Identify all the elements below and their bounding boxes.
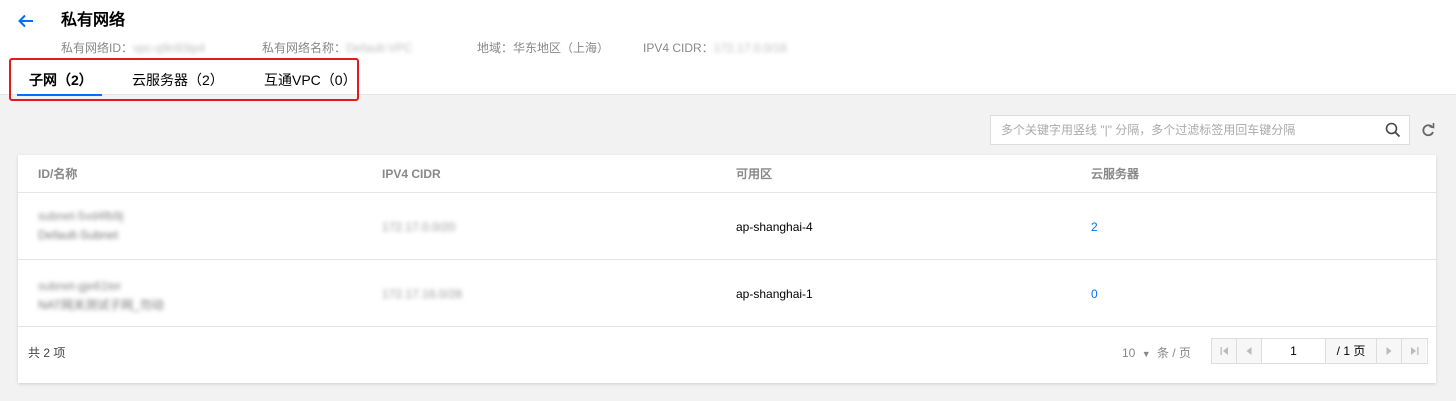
tab-subnets[interactable]: 子网（2） — [17, 68, 102, 96]
column-header-id-name: ID/名称 — [38, 167, 78, 181]
subnet-cidr: 172.17.16.0/28 — [382, 287, 463, 301]
column-header-cidr: IPV4 CIDR — [382, 167, 441, 181]
search-box — [990, 115, 1410, 145]
vpc-name-meta: 私有网络名称：Default-VPC — [262, 41, 413, 55]
tab-subnets-label: 子网（2） — [29, 72, 93, 88]
prev-page-icon[interactable] — [1237, 339, 1262, 363]
table-header: ID/名称 IPV4 CIDR 可用区 云服务器 — [18, 155, 1436, 193]
table-footer: 共 2 项 10 ▼ 条 / 页 / 1 页 — [18, 327, 1436, 383]
page-size-select[interactable]: 10 ▼ 条 / 页 — [1122, 344, 1191, 361]
subnet-table-card: ID/名称 IPV4 CIDR 可用区 云服务器 subnet-5vd4fb9j… — [18, 155, 1436, 383]
search-icon[interactable] — [1385, 122, 1401, 138]
refresh-icon[interactable] — [1420, 121, 1436, 139]
tab-peering-vpc[interactable]: 互通VPC（0） — [264, 68, 357, 95]
page-size-value: 10 — [1122, 346, 1136, 360]
search-input[interactable] — [991, 116, 1371, 144]
subnet-zone: ap-shanghai-4 — [736, 220, 813, 234]
subnet-name: NAT网关测试子网_勿动 — [38, 298, 164, 312]
region-label: 地域： — [477, 41, 514, 55]
subnet-id[interactable]: subnet-5vd4fb9j — [38, 209, 123, 223]
vpc-id-value: vpc-q9n93ip4 — [133, 41, 206, 55]
page-size-unit: 条 / 页 — [1156, 346, 1191, 360]
vpc-id-meta: 私有网络ID：vpc-q9n93ip4 — [61, 41, 205, 55]
table-row: subnet-5vd4fb9j Default-Subnet 172.17.0.… — [18, 193, 1436, 260]
cidr-value: 172.17.0.0/16 — [713, 41, 788, 55]
tab-peering-vpc-label: 互通VPC（0） — [264, 72, 357, 88]
region-value: 华东地区（上海） — [513, 41, 610, 55]
subnet-name: Default-Subnet — [38, 228, 119, 242]
vpc-name-value: Default-VPC — [346, 41, 413, 55]
back-arrow-icon[interactable] — [16, 10, 36, 32]
page-header: 私有网络 私有网络ID：vpc-q9n93ip4 私有网络名称：Default-… — [0, 0, 1456, 101]
subnet-server-count[interactable]: 2 — [1091, 220, 1098, 234]
caret-down-icon: ▼ — [1141, 349, 1151, 359]
active-tab-indicator — [17, 94, 102, 96]
pagination: / 1 页 — [1211, 338, 1428, 364]
tab-servers[interactable]: 云服务器（2） — [132, 68, 224, 95]
total-count: 共 2 项 — [28, 346, 66, 360]
vpc-name-label: 私有网络名称： — [262, 41, 347, 55]
table-row: subnet-gje61ter NAT网关测试子网_勿动 172.17.16.0… — [18, 260, 1436, 327]
last-page-icon[interactable] — [1401, 339, 1426, 363]
subnet-id[interactable]: subnet-gje61ter — [38, 279, 121, 293]
cidr-meta: IPV4 CIDR：172.17.0.0/16 — [643, 41, 787, 55]
vpc-id-label: 私有网络ID： — [61, 41, 134, 55]
page-title: 私有网络 — [61, 12, 126, 29]
subnet-server-count[interactable]: 0 — [1091, 287, 1098, 301]
subnet-cidr: 172.17.0.0/20 — [382, 220, 456, 234]
total-pages: / 1 页 — [1326, 339, 1376, 363]
tab-servers-label: 云服务器（2） — [132, 72, 224, 88]
cidr-label: IPV4 CIDR： — [643, 41, 714, 55]
region-meta: 地域：华东地区（上海） — [477, 41, 609, 55]
column-header-servers: 云服务器 — [1091, 167, 1140, 181]
first-page-icon[interactable] — [1212, 339, 1237, 363]
subnet-zone: ap-shanghai-1 — [736, 287, 813, 301]
page-number-input[interactable] — [1262, 339, 1326, 363]
next-page-icon[interactable] — [1376, 339, 1401, 363]
column-header-zone: 可用区 — [736, 167, 773, 181]
